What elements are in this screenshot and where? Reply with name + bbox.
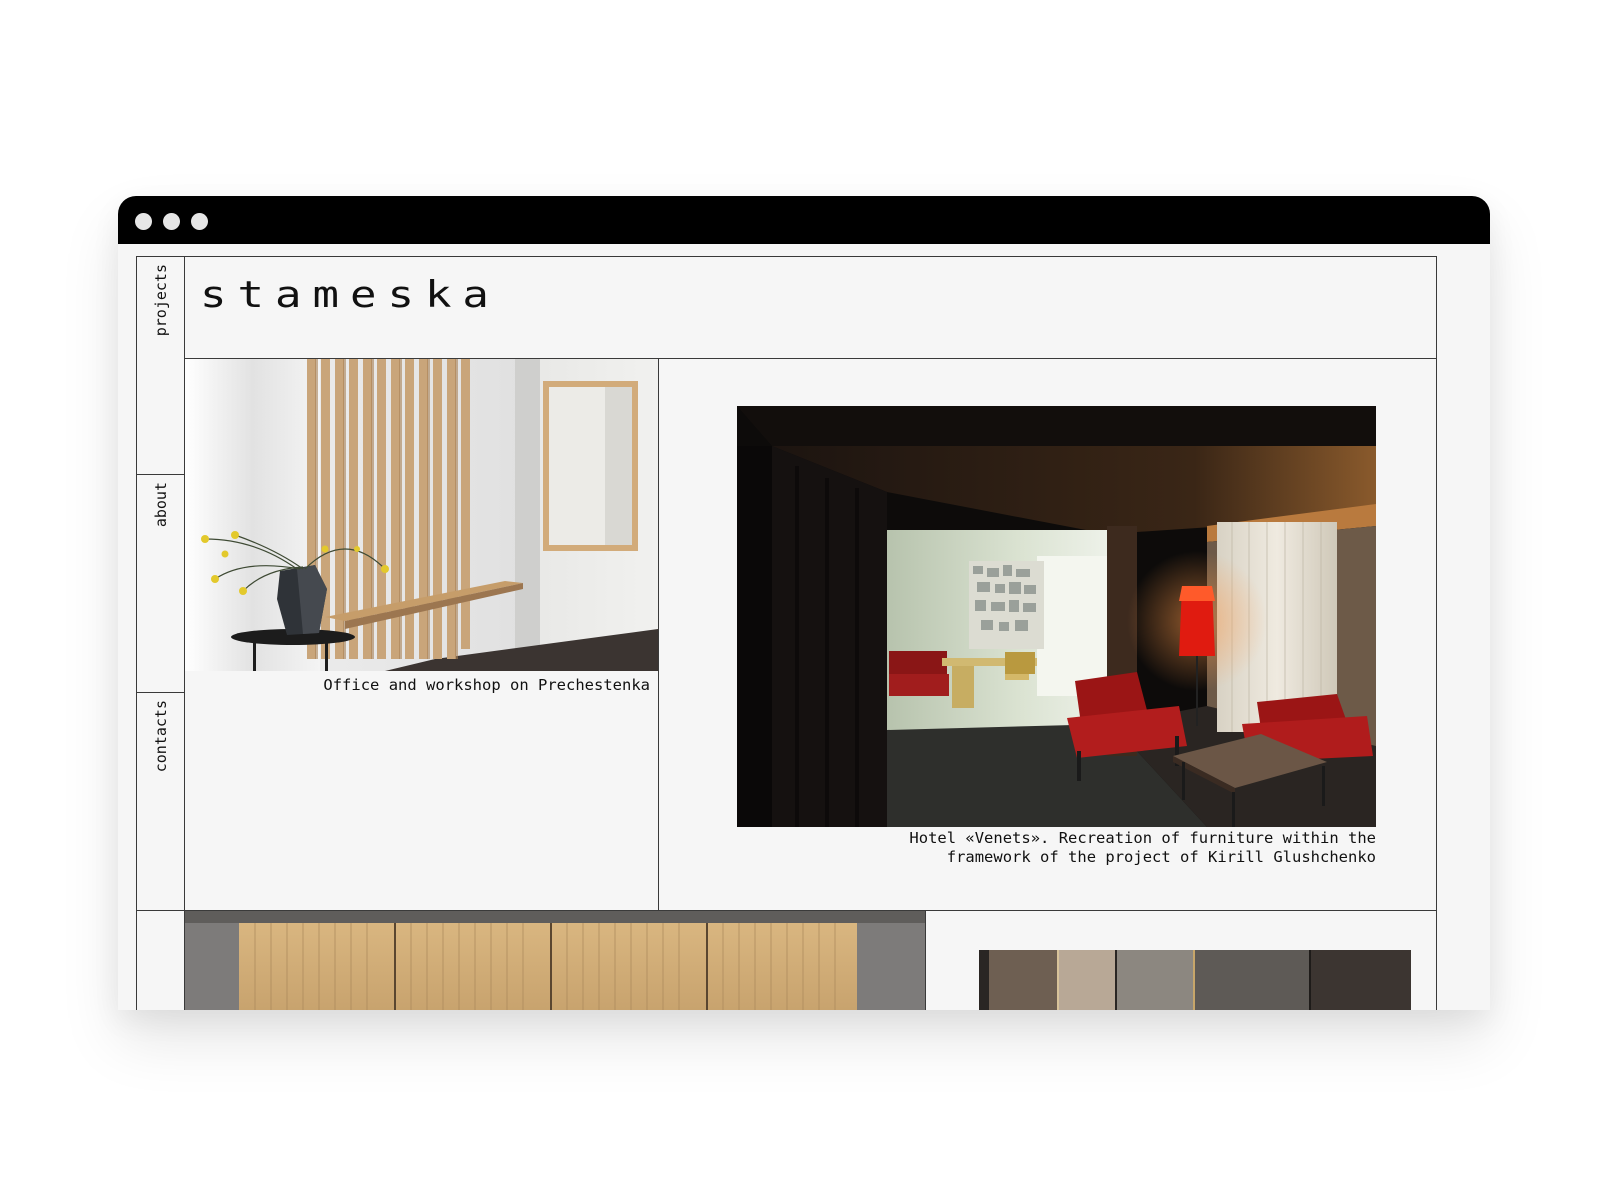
grid-line xyxy=(658,358,659,910)
web-page: projects about contacts stameska Office … xyxy=(118,244,1490,1010)
grid-line xyxy=(136,256,1436,257)
project-wood-panels-photo[interactable] xyxy=(185,911,925,1010)
nav-contacts[interactable]: contacts xyxy=(138,694,185,910)
project-hotel-caption[interactable]: Hotel «Venets». Recreation of furniture … xyxy=(737,829,1376,867)
hotel-room-image xyxy=(737,406,1376,827)
grid-line xyxy=(136,692,184,693)
nav-contacts-label: contacts xyxy=(152,700,170,773)
site-logo[interactable]: stameska xyxy=(200,274,500,316)
browser-window: projects about contacts stameska Office … xyxy=(118,196,1490,1010)
nav-about-label: about xyxy=(152,482,170,528)
browser-titlebar xyxy=(118,196,1490,244)
nav-about[interactable]: about xyxy=(138,476,185,692)
grid-line xyxy=(1436,256,1437,1010)
window-minimize-dot[interactable] xyxy=(163,213,180,230)
project-material-samples-photo[interactable] xyxy=(979,950,1411,1010)
office-interior-image xyxy=(185,359,658,671)
window-maximize-dot[interactable] xyxy=(191,213,208,230)
material-samples-image xyxy=(979,950,1411,1010)
nav-projects-label: projects xyxy=(152,264,170,337)
grid-line xyxy=(136,256,137,1010)
project-office-photo[interactable] xyxy=(185,359,658,671)
project-office-caption[interactable]: Office and workshop on Prechestenka xyxy=(188,676,650,695)
project-hotel-photo[interactable] xyxy=(737,406,1376,827)
window-close-dot[interactable] xyxy=(135,213,152,230)
wood-panels-image xyxy=(185,911,925,1010)
grid-line xyxy=(136,474,184,475)
nav-projects[interactable]: projects xyxy=(138,258,185,474)
grid-line xyxy=(925,910,926,1010)
